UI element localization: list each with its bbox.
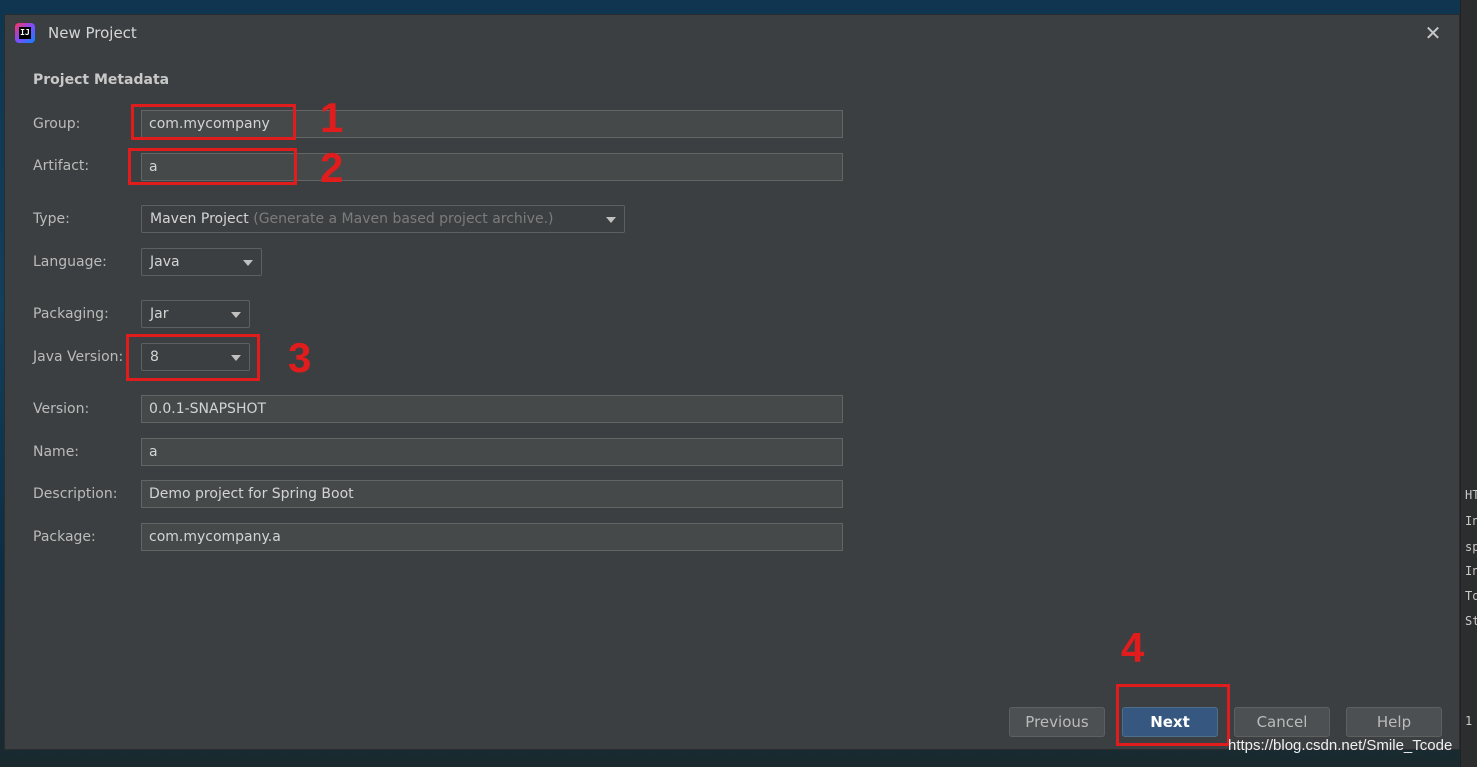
language-label: Language: xyxy=(33,254,107,270)
annotation-number-4: 4 xyxy=(1121,624,1145,671)
close-icon[interactable]: ✕ xyxy=(1421,21,1445,45)
annotation-number-1: 1 xyxy=(320,94,344,141)
chevron-down-icon xyxy=(606,217,616,223)
type-hint: (Generate a Maven based project archive.… xyxy=(253,211,554,227)
packaging-value: Jar xyxy=(150,306,169,322)
previous-button[interactable]: Previous xyxy=(1009,707,1105,737)
section-title: Project Metadata xyxy=(33,72,170,88)
type-select[interactable]: Maven Project (Generate a Maven based pr… xyxy=(141,205,625,233)
language-select[interactable]: Java xyxy=(141,248,262,276)
background-ide-text: HT xyxy=(1465,488,1477,502)
annotation-box-4 xyxy=(1116,684,1230,746)
type-value: Maven Project xyxy=(150,211,249,227)
package-field[interactable]: com.mycompany.a xyxy=(141,523,843,551)
background-ide-text: sp xyxy=(1465,540,1477,554)
help-button[interactable]: Help xyxy=(1346,707,1442,737)
chevron-down-icon xyxy=(231,312,241,318)
watermark-text: https://blog.csdn.net/Smile_Tcode xyxy=(1228,737,1453,754)
dialog-title: New Project xyxy=(48,24,137,42)
name-label: Name: xyxy=(33,444,80,460)
packaging-label: Packaging: xyxy=(33,306,109,322)
artifact-label: Artifact: xyxy=(33,158,90,174)
package-label: Package: xyxy=(33,529,96,545)
annotation-number-2: 2 xyxy=(320,144,344,191)
cancel-button[interactable]: Cancel xyxy=(1234,707,1330,737)
background-ide-text: 1 xyxy=(1465,714,1473,728)
version-field[interactable]: 0.0.1-SNAPSHOT xyxy=(141,395,843,423)
background-ide-text: In xyxy=(1465,564,1477,578)
background-ide-panel: HT In sp In To St 1 xyxy=(1460,0,1477,767)
version-label: Version: xyxy=(33,401,90,417)
language-value: Java xyxy=(150,254,180,270)
java-version-label: Java Version: xyxy=(33,349,124,365)
annotation-number-3: 3 xyxy=(288,334,312,381)
group-label: Group: xyxy=(33,116,81,132)
dialog-titlebar[interactable]: IJ New Project ✕ xyxy=(5,15,1459,51)
background-ide-text: To xyxy=(1465,589,1477,603)
annotation-box-3 xyxy=(126,334,260,381)
packaging-select[interactable]: Jar xyxy=(141,300,250,328)
description-field[interactable]: Demo project for Spring Boot xyxy=(141,480,843,508)
type-label: Type: xyxy=(33,211,70,227)
description-label: Description: xyxy=(33,486,118,502)
background-ide-text: St xyxy=(1465,614,1477,628)
background-ide-text: In xyxy=(1465,514,1477,528)
annotation-box-2 xyxy=(128,148,297,185)
intellij-idea-icon: IJ xyxy=(15,23,35,43)
name-field[interactable]: a xyxy=(141,438,843,466)
chevron-down-icon xyxy=(243,260,253,266)
annotation-box-1 xyxy=(131,104,296,140)
